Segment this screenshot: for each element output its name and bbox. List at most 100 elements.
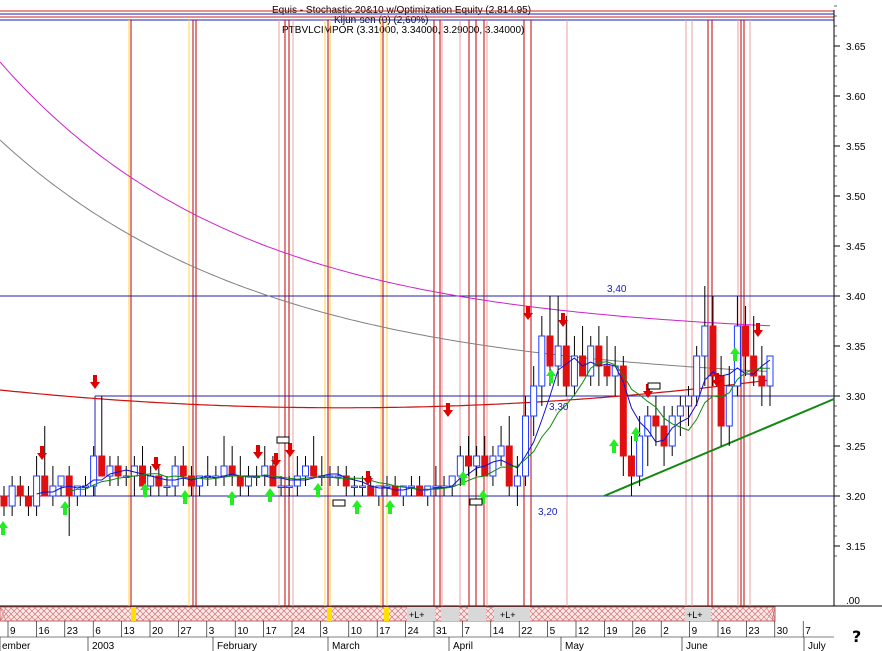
candle-body	[293, 475, 301, 487]
header-line3: PTBVLCIMPOR (3.31000, 3.34000, 3.29000, …	[282, 25, 524, 36]
month-label: March	[332, 641, 360, 651]
x-tick-label: 26	[635, 626, 647, 637]
candle-body	[636, 435, 644, 477]
candle-body	[522, 415, 530, 477]
x-tick-label: 12	[578, 626, 590, 637]
x-tick-label: 3	[322, 626, 328, 637]
sell-arrow	[37, 446, 47, 460]
candle-body	[464, 455, 472, 467]
candle-body	[383, 485, 391, 488]
candle-body	[8, 485, 16, 507]
ma-long-line	[0, 61, 771, 327]
strip-highlight	[327, 607, 332, 621]
candle-body	[179, 465, 187, 477]
candle-body	[701, 325, 709, 357]
support-label: 3,20	[538, 507, 558, 518]
signal-marker	[276, 436, 290, 444]
x-tick-label: 17	[379, 626, 391, 637]
candle-body	[277, 485, 285, 488]
strip-highlight	[384, 607, 389, 621]
candle-body	[758, 375, 766, 387]
buy-arrow	[0, 521, 8, 535]
x-tick-label: 17	[266, 626, 278, 637]
candle-body	[627, 455, 635, 477]
strip-gray	[468, 607, 486, 621]
month-label: April	[453, 641, 473, 651]
candle-body	[505, 445, 513, 487]
x-tick-label: 6	[95, 626, 101, 637]
candle-body	[554, 345, 562, 367]
strip-gray	[441, 607, 459, 621]
x-tick-label: 19	[606, 626, 618, 637]
x-tick-label: 20	[152, 626, 164, 637]
mid-label: 3,30	[549, 402, 569, 413]
candle-body	[57, 475, 65, 487]
x-tick-label: 24	[294, 626, 306, 637]
signal-marker	[647, 382, 661, 390]
y-tick-label: 3.40	[846, 292, 866, 303]
month-label: May	[565, 641, 584, 651]
y-tick-label: 3.50	[846, 192, 866, 203]
candle-body	[432, 485, 440, 488]
x-tick-label: 22	[521, 626, 533, 637]
signal-marker	[469, 498, 483, 506]
sell-arrow	[90, 375, 100, 389]
y-tick-label: 3.30	[846, 392, 866, 403]
help-icon[interactable]: ?	[852, 627, 861, 646]
x-tick-label: 7	[464, 626, 470, 637]
x-tick-label: 2	[663, 626, 669, 637]
strip-mark: +L+	[500, 610, 516, 620]
month-label: February	[217, 641, 257, 651]
buy-arrow	[352, 500, 362, 514]
y-tick-label: 3.55	[846, 142, 866, 153]
x-tick-label: 9	[692, 626, 698, 637]
candle-body	[220, 465, 228, 477]
candle-body	[391, 485, 399, 497]
candle-body	[652, 415, 660, 427]
candle-body	[139, 465, 147, 487]
buy-arrow	[60, 501, 70, 515]
candle-body	[367, 485, 375, 497]
x-tick-label: 31	[436, 626, 448, 637]
candle-body	[147, 475, 155, 487]
candle-body	[424, 485, 432, 497]
sell-arrow	[151, 457, 161, 471]
candle-body	[676, 405, 684, 417]
signal-strip: +L+ +L+ +L+	[0, 606, 776, 622]
candle-body	[693, 355, 701, 397]
y-tick-label: 3.65	[846, 42, 866, 53]
candle-body	[24, 495, 32, 507]
candle-body	[334, 475, 342, 478]
x-tick-label: 23	[748, 626, 760, 637]
candle-body	[416, 485, 424, 497]
x-tick-label: 10	[351, 626, 363, 637]
y-bottom-value: .00	[846, 596, 860, 607]
x-tick-label: 10	[237, 626, 249, 637]
candle-body	[359, 485, 367, 488]
x-tick-label: 9	[10, 626, 16, 637]
x-tick-label: 14	[493, 626, 505, 637]
y-tick-label: 3.25	[846, 442, 866, 453]
candle-body	[709, 325, 717, 377]
candle-body	[350, 485, 358, 488]
buy-arrow	[265, 488, 275, 502]
strip-mark: +L+	[409, 610, 425, 620]
candle-body	[407, 485, 415, 488]
buy-arrow	[227, 491, 237, 505]
sell-arrow	[443, 403, 453, 417]
x-tick-label: 5	[550, 626, 556, 637]
sell-arrow	[253, 445, 263, 459]
x-tick-label: 3	[209, 626, 215, 637]
y-tick-label: 3.35	[846, 342, 866, 353]
candle-body	[660, 425, 668, 447]
x-tick-label: 27	[180, 626, 192, 637]
candle-body	[546, 335, 554, 367]
candle-body	[0, 495, 8, 507]
candle-body	[33, 475, 41, 507]
ma-mid-line	[0, 139, 771, 372]
strip-mark: +L+	[687, 610, 703, 620]
x-tick-label: 16	[720, 626, 732, 637]
month-label: 2003	[92, 641, 115, 651]
ma-blue-line	[36, 357, 771, 495]
month-label: ember	[2, 641, 31, 651]
